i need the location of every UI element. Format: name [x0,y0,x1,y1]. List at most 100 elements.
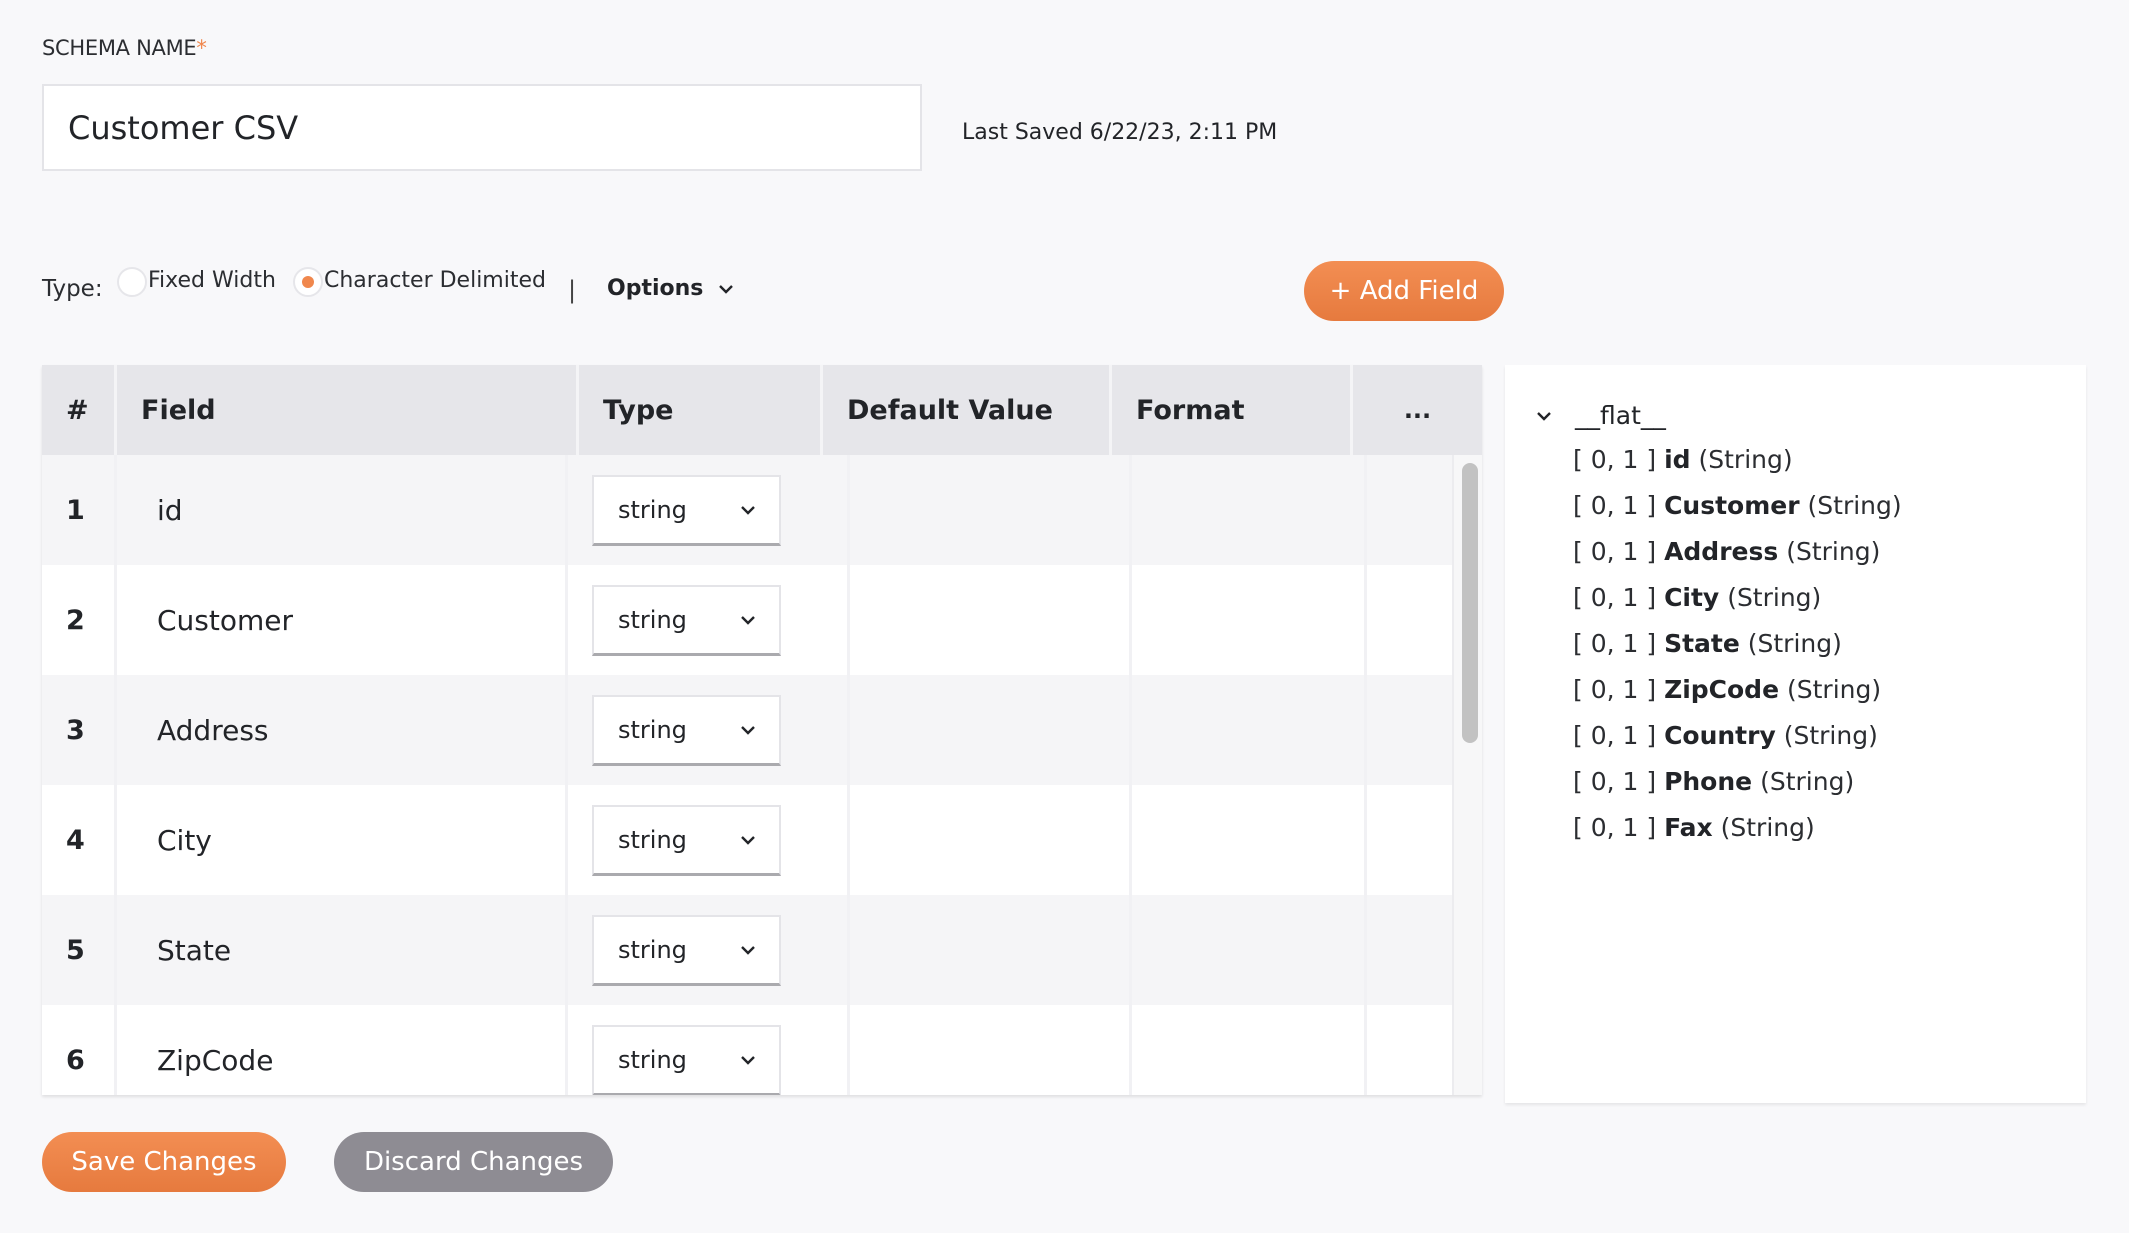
schema-tree-panel: __flat__ [ 0, 1 ] id (String)[ 0, 1 ] Cu… [1505,365,2086,1103]
row-actions-cell[interactable] [1367,1005,1452,1095]
tree-item-type: (String) [1760,767,1855,796]
default-value-cell[interactable] [850,785,1132,895]
default-value-cell[interactable] [850,455,1132,565]
chevron-down-icon [719,284,734,294]
type-select[interactable]: string [592,1024,781,1095]
row-number: 3 [42,675,117,785]
tree-item-name: Fax [1664,813,1713,842]
tree-item-type: (String) [1747,629,1842,658]
radio-character-delimited-label[interactable]: Character Delimited [324,268,546,293]
tree-item[interactable]: [ 0, 1 ] Country (String) [1573,721,1878,750]
column-menu-more-icon[interactable]: ... [1353,365,1482,455]
field-name-cell[interactable]: id [117,455,568,565]
tree-item-cardinality: [ 0, 1 ] [1573,767,1657,796]
tree-item[interactable]: [ 0, 1 ] Fax (String) [1573,813,1815,842]
field-name-cell[interactable]: ZipCode [117,1005,568,1095]
separator: | [568,276,577,304]
row-actions-cell[interactable] [1367,895,1452,1005]
tree-item[interactable]: [ 0, 1 ] City (String) [1573,583,1821,612]
tree-item-type: (String) [1698,445,1793,474]
type-cell: string [568,785,850,895]
row-actions-cell[interactable] [1367,455,1452,565]
tree-item-name: City [1664,583,1720,612]
field-name-cell[interactable]: Customer [117,565,568,675]
format-cell[interactable] [1132,675,1367,785]
format-cell[interactable] [1132,785,1367,895]
tree-root-node[interactable]: __flat__ [1535,401,1666,430]
tree-item-name: State [1664,629,1740,658]
tree-item-cardinality: [ 0, 1 ] [1573,721,1657,750]
discard-changes-button[interactable]: Discard Changes [334,1132,613,1192]
row-number: 1 [42,455,117,565]
chevron-down-icon [741,615,755,625]
chevron-down-icon [741,505,755,515]
tree-item-cardinality: [ 0, 1 ] [1573,813,1657,842]
type-cell: string [568,565,850,675]
default-value-cell[interactable] [850,895,1132,1005]
type-select-value: string [618,495,687,524]
tree-item-type: (String) [1786,537,1881,566]
tree-item-cardinality: [ 0, 1 ] [1573,491,1657,520]
row-actions-cell[interactable] [1367,675,1452,785]
type-select[interactable]: string [592,584,781,656]
tree-item-cardinality: [ 0, 1 ] [1573,675,1657,704]
required-asterisk: * [196,36,207,60]
tree-item[interactable]: [ 0, 1 ] ZipCode (String) [1573,675,1881,704]
tree-item[interactable]: [ 0, 1 ] id (String) [1573,445,1793,474]
table-row[interactable]: 6 ZipCode string [42,1005,1452,1095]
chevron-down-icon[interactable] [1535,410,1553,422]
default-value-cell[interactable] [850,675,1132,785]
type-select[interactable]: string [592,694,781,766]
table-row[interactable]: 4 City string [42,785,1452,895]
tree-item[interactable]: [ 0, 1 ] Customer (String) [1573,491,1902,520]
tree-item-name: Address [1664,537,1779,566]
tree-item[interactable]: [ 0, 1 ] State (String) [1573,629,1842,658]
tree-item-name: Phone [1664,767,1753,796]
radio-fixed-width[interactable] [117,267,147,297]
table-row[interactable]: 3 Address string [42,675,1452,785]
save-changes-button[interactable]: Save Changes [42,1132,286,1192]
table-row[interactable]: 5 State string [42,895,1452,1005]
tree-item-cardinality: [ 0, 1 ] [1573,445,1657,474]
tree-item-name: Country [1664,721,1776,750]
tree-item[interactable]: [ 0, 1 ] Phone (String) [1573,767,1854,796]
tree-item-type: (String) [1786,675,1882,704]
type-label: Type: [42,276,103,302]
tree-item-type: (String) [1727,583,1822,612]
row-number: 4 [42,785,117,895]
scrollbar-thumb[interactable] [1462,463,1478,743]
type-select[interactable]: string [592,914,781,986]
add-field-button[interactable]: + Add Field [1304,261,1504,321]
format-cell[interactable] [1132,1005,1367,1095]
default-value-cell[interactable] [850,565,1132,675]
format-cell[interactable] [1132,895,1367,1005]
table-scrollbar[interactable] [1452,455,1482,1095]
field-name-cell[interactable]: Address [117,675,568,785]
table-row[interactable]: 2 Customer string [42,565,1452,675]
row-actions-cell[interactable] [1367,565,1452,675]
chevron-down-icon [741,1055,755,1065]
tree-item-cardinality: [ 0, 1 ] [1573,629,1657,658]
chevron-down-icon [741,725,755,735]
format-cell[interactable] [1132,455,1367,565]
type-select-value: string [618,825,687,854]
radio-fixed-width-label[interactable]: Fixed Width [148,268,276,293]
row-actions-cell[interactable] [1367,785,1452,895]
table-row[interactable]: 1 id string [42,455,1452,565]
type-select[interactable]: string [592,474,781,546]
options-label: Options [607,276,704,301]
tree-item[interactable]: [ 0, 1 ] Address (String) [1573,537,1880,566]
table-body: 1 id string 2 Customer string 3 Address string 4 C… [42,455,1452,1095]
last-saved-status: Last Saved 6/22/23, 2:11 PM [962,120,1278,145]
tree-item-name: Customer [1664,491,1800,520]
options-dropdown[interactable]: Options [607,276,735,301]
type-select[interactable]: string [592,804,781,876]
type-cell: string [568,675,850,785]
field-name-cell[interactable]: City [117,785,568,895]
tree-item-name: ZipCode [1664,675,1780,704]
radio-character-delimited[interactable] [293,267,323,297]
format-cell[interactable] [1132,565,1367,675]
schema-name-input[interactable] [42,84,922,171]
field-name-cell[interactable]: State [117,895,568,1005]
default-value-cell[interactable] [850,1005,1132,1095]
